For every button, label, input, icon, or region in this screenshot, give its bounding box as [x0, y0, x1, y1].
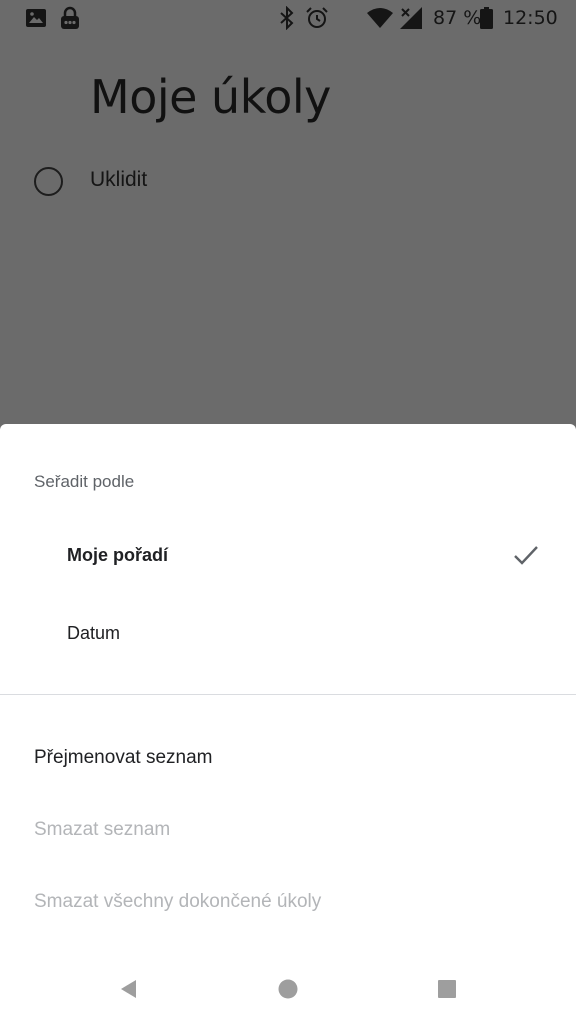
options-bottom-sheet: Seřadit podle Moje pořadí Datum Přejmeno…: [0, 424, 576, 1024]
sort-option-my-order[interactable]: Moje pořadí: [0, 525, 576, 585]
battery-percent: 87 %: [433, 7, 482, 29]
menu-item-label: Přejmenovat seznam: [34, 747, 213, 768]
check-icon: [514, 546, 538, 565]
rename-list-button[interactable]: Přejmenovat seznam: [0, 729, 576, 785]
task-row[interactable]: Uklidit: [34, 164, 147, 198]
back-icon[interactable]: [113, 974, 143, 1004]
image-icon: [26, 0, 46, 36]
sort-option-date[interactable]: Datum: [0, 603, 576, 663]
status-bar: 87 % 12:50: [0, 0, 576, 36]
sort-option-label: Moje pořadí: [67, 545, 169, 565]
delete-completed-tasks-button[interactable]: Smazat všechny dokončené úkoly: [0, 873, 576, 929]
menu-item-label: Smazat seznam: [34, 819, 171, 840]
sort-heading: Seřadit podle: [34, 472, 135, 491]
clock: 12:50: [503, 7, 558, 29]
alarm-icon: [305, 0, 329, 36]
menu-item-label: Smazat všechny dokončené úkoly: [34, 891, 322, 912]
bluetooth-icon: [279, 0, 295, 36]
battery-icon: [480, 0, 493, 36]
task-checkbox[interactable]: [34, 166, 63, 196]
lock-icon: [59, 0, 81, 36]
task-label: Uklidit: [90, 168, 148, 191]
screen: 87 % 12:50 Moje úkoly Uklidit Seřadit po…: [0, 0, 576, 1024]
home-icon[interactable]: [273, 974, 303, 1004]
sort-option-label: Datum: [67, 623, 121, 643]
signal-icon: [400, 0, 422, 36]
divider: [0, 694, 576, 695]
page-title: Moje úkoly: [90, 70, 331, 124]
wifi-icon: [367, 0, 393, 36]
navigation-bar: [0, 952, 576, 1024]
delete-list-button[interactable]: Smazat seznam: [0, 801, 576, 857]
recents-icon[interactable]: [432, 974, 462, 1004]
